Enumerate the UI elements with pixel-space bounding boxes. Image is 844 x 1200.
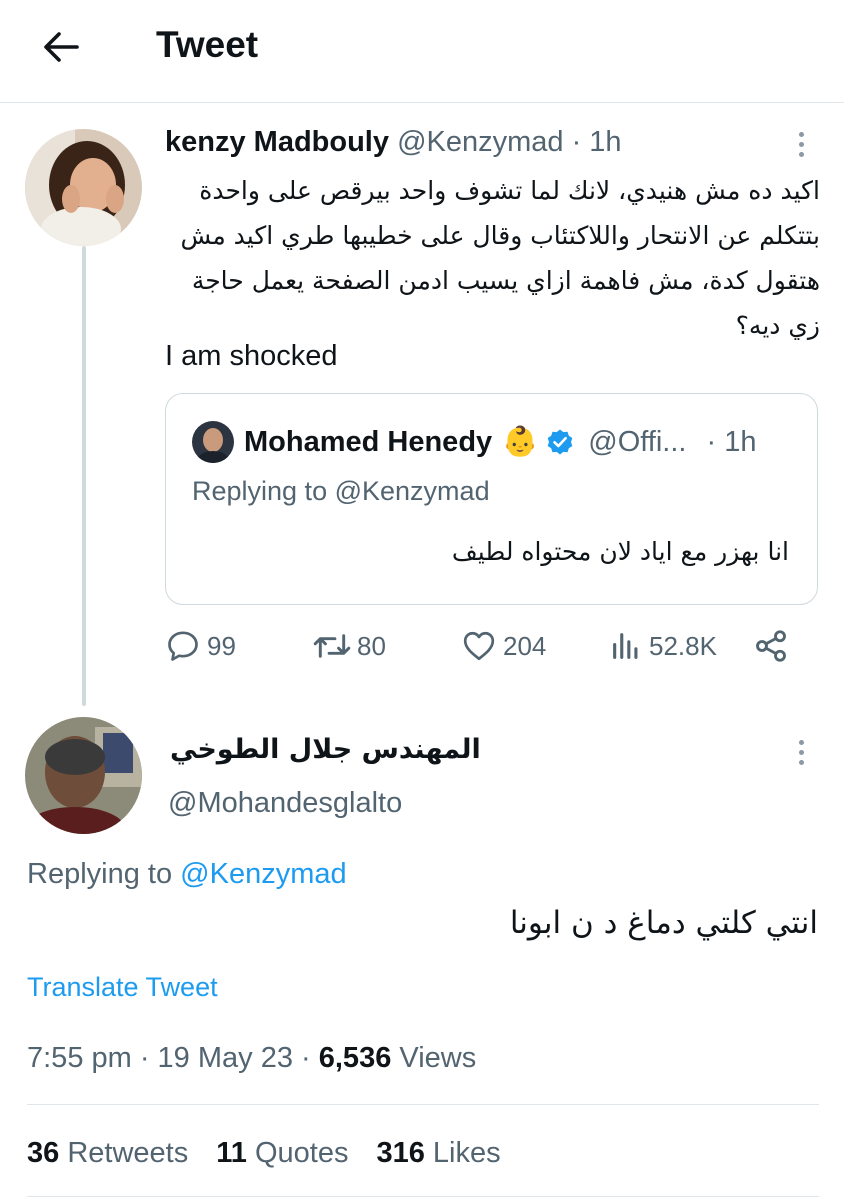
replying-prefix: Replying to: [192, 476, 328, 506]
replying-handle: @Kenzymad: [334, 476, 490, 506]
header-divider: [0, 102, 844, 103]
author-handle[interactable]: @Kenzymad: [397, 126, 563, 158]
retweets-count: 36: [27, 1137, 60, 1169]
reply-author-avatar[interactable]: [25, 717, 142, 834]
reply-avatar-photo: [25, 717, 142, 834]
tweet-actions: 99 80 204 52.8K: [165, 628, 825, 672]
more-dots-icon: [798, 739, 804, 745]
quotes-stat[interactable]: 11 Quotes: [216, 1137, 348, 1170]
baby-emoji-icon: 👶: [502, 426, 539, 458]
more-options-button[interactable]: [786, 124, 816, 164]
view-count: 52.8K: [649, 630, 717, 661]
retweets-stat[interactable]: 36 Retweets: [27, 1137, 188, 1170]
quotes-count: 11: [216, 1137, 247, 1169]
quoted-tweet-time: · 1h: [706, 425, 757, 458]
replying-to: Replying to @Kenzymad: [27, 858, 347, 891]
share-icon: [756, 630, 786, 662]
thread-line: [82, 246, 86, 706]
avatar-photo: [25, 129, 142, 246]
arrow-left-icon: [44, 32, 79, 62]
tweet-author-line: kenzy Madbouly @Kenzymad · 1h: [165, 126, 622, 159]
quoted-avatar: [192, 421, 234, 463]
tweet-stats: 36 Retweets 11 Quotes 316 Likes: [27, 1137, 501, 1170]
reply-author-handle[interactable]: @Mohandesglalto: [168, 787, 402, 820]
likes-label: Likes: [432, 1137, 501, 1169]
top-bar: Tweet: [0, 0, 844, 100]
likes-count: 316: [376, 1137, 425, 1169]
views-count: 6,536: [318, 1042, 392, 1074]
replying-prefix: Replying to: [27, 858, 173, 890]
replying-handle-link[interactable]: @Kenzymad: [180, 858, 346, 890]
back-button[interactable]: [36, 22, 86, 72]
heart-icon: [463, 631, 495, 661]
reply-more-options-button[interactable]: [786, 732, 816, 772]
tweet-text: اكيد ده مش هنيدي، لانك لما تشوف واحد بير…: [180, 176, 820, 340]
quotes-label: Quotes: [254, 1137, 349, 1169]
reply-author-name[interactable]: المهندس جلال الطوخي: [170, 734, 481, 765]
translate-tweet-link[interactable]: Translate Tweet: [27, 972, 218, 1003]
reply-count: 99: [207, 630, 236, 661]
quoted-replying-to: Replying to @Kenzymad: [192, 476, 490, 507]
timestamp-text[interactable]: 7:55 pm · 19 May 23 ·: [27, 1042, 311, 1074]
share-button[interactable]: [753, 628, 789, 664]
tweet-timestamp: 7:55 pm · 19 May 23 · 6,536 Views: [27, 1042, 476, 1075]
retweet-button[interactable]: 80: [313, 628, 386, 664]
like-count: 204: [503, 630, 547, 661]
analytics-icon: [613, 633, 638, 659]
tweet-time[interactable]: · 1h: [572, 126, 622, 158]
retweets-label: Retweets: [67, 1137, 189, 1169]
reply-button[interactable]: 99: [165, 628, 236, 664]
author-name[interactable]: kenzy Madbouly: [165, 126, 389, 158]
reply-text: انتي كلتي دماغ د ن ابونا: [509, 905, 818, 941]
verified-badge-icon: [547, 429, 573, 455]
retweet-icon: [313, 634, 351, 658]
quoted-author-name: Mohamed Henedy: [244, 425, 493, 458]
views-button[interactable]: 52.8K: [609, 628, 717, 664]
quoted-author-line: Mohamed Henedy 👶 @Offi... · 1h: [192, 421, 756, 463]
quoted-tweet[interactable]: Mohamed Henedy 👶 @Offi... · 1h Replying …: [165, 393, 818, 605]
more-dots-icon: [798, 131, 804, 137]
stats-divider-top: [27, 1104, 819, 1105]
avatar[interactable]: [25, 129, 142, 246]
likes-stat[interactable]: 316 Likes: [376, 1137, 500, 1170]
stats-divider-bottom: [27, 1196, 819, 1197]
like-button[interactable]: 204: [461, 628, 546, 664]
reply-icon: [168, 631, 198, 661]
retweet-count: 80: [357, 630, 386, 661]
quoted-author-handle: @Offi...: [588, 425, 687, 458]
page-title: Tweet: [156, 24, 259, 65]
tweet-text-english: I am shocked: [165, 340, 338, 372]
quoted-tweet-text: انا بهزر مع اياد لان محتواه لطيف: [451, 537, 789, 566]
views-label: Views: [399, 1042, 477, 1074]
